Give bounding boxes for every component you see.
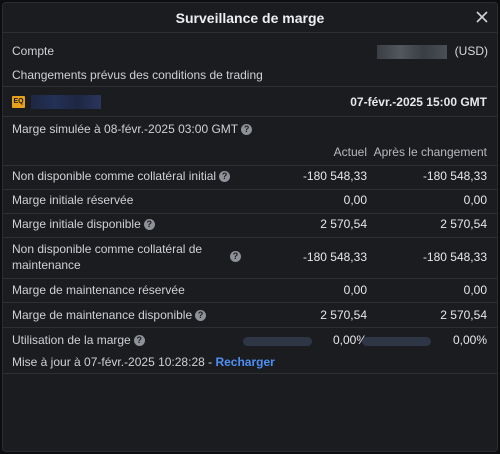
- after-value: 2 570,54: [440, 217, 487, 231]
- row-label-wrap: Non disponible comme collatéral de maint…: [12, 241, 202, 273]
- footer: Mise à jour à 07-févr.-2025 10:28:28 - R…: [12, 355, 488, 371]
- divider: [3, 116, 497, 117]
- current-value: 2 570,54: [320, 308, 367, 322]
- current-value: 0,00: [343, 193, 367, 207]
- row-label-line1: Non disponible comme collatéral de: [12, 242, 203, 256]
- row-label: Marge de maintenance disponible: [12, 308, 193, 322]
- change-datetime: 07-févr.-2025 15:00 GMT: [350, 95, 487, 109]
- account-row: Compte (USD): [12, 44, 488, 60]
- divider: [3, 327, 497, 328]
- after-value: -180 548,33: [422, 250, 487, 264]
- divider: [3, 189, 497, 190]
- footer-text-wrap: Mise à jour à 07-févr.-2025 10:28:28 - R…: [12, 355, 275, 369]
- redacted-instrument-name: [31, 94, 101, 109]
- simulated-margin-label: Marge simulée à 08-févr.-2025 03:00 GMT: [12, 122, 239, 136]
- after-value: 0,00: [463, 193, 487, 207]
- simulated-margin-label-wrap: Marge simulée à 08-févr.-2025 03:00 GMT?: [12, 122, 253, 136]
- row-label-wrap: Marge de maintenance disponible?: [12, 308, 207, 322]
- divider: [3, 237, 497, 238]
- divider: [3, 32, 497, 33]
- help-icon[interactable]: ?: [195, 310, 207, 322]
- row-label: Marge initiale disponible: [12, 217, 141, 231]
- current-value: 2 570,54: [320, 217, 367, 231]
- row-label: Marge initiale réservée: [12, 193, 134, 207]
- table-row: Marge initiale disponible? 2 570,54 2 57…: [12, 217, 488, 233]
- help-icon[interactable]: ?: [241, 124, 253, 136]
- row-label-line2: maintenance: [12, 258, 81, 272]
- current-value: 0,00: [343, 283, 367, 297]
- utilization-row: Utilisation de la marge? 0,00% 0,00%: [12, 333, 488, 349]
- column-current: Actuel: [333, 145, 367, 159]
- divider: [3, 302, 497, 303]
- current-value: -180 548,33: [302, 250, 367, 264]
- row-label-wrap: Non disponible comme collatéral initial?: [12, 169, 231, 183]
- trading-changes-heading: Changements prévus des conditions de tra…: [12, 68, 263, 82]
- help-icon[interactable]: ?: [133, 335, 145, 347]
- utilization-bar-current: [243, 337, 312, 346]
- simulated-margin-row: Marge simulée à 08-févr.-2025 03:00 GMT?: [12, 122, 488, 138]
- row-label-wrap: Utilisation de la marge?: [12, 333, 145, 347]
- updated-timestamp: Mise à jour à 07-févr.-2025 10:28:28 -: [12, 355, 216, 369]
- column-after: Après le changement: [373, 145, 487, 159]
- dialog-title: Surveillance de marge: [175, 10, 325, 26]
- trading-changes-heading-row: Changements prévus des conditions de tra…: [12, 68, 488, 84]
- help-icon[interactable]: ?: [230, 251, 241, 262]
- table-row: Non disponible comme collatéral de maint…: [12, 241, 488, 275]
- after-value: 2 570,54: [440, 308, 487, 322]
- account-value: (USD): [377, 44, 488, 59]
- equity-badge: EQ: [12, 95, 25, 108]
- table-row: Marge de maintenance réservée 0,00 0,00: [12, 283, 488, 299]
- table-row: Non disponible comme collatéral initial?…: [12, 169, 488, 185]
- after-value: 0,00: [463, 283, 487, 297]
- utilization-label: Utilisation de la marge: [12, 333, 131, 347]
- row-label-wrap: Marge initiale disponible?: [12, 217, 155, 231]
- after-value: -180 548,33: [422, 169, 487, 183]
- divider: [3, 165, 497, 166]
- divider: [3, 373, 497, 374]
- divider: [3, 278, 497, 279]
- row-label: Non disponible comme collatéral initial: [12, 169, 217, 183]
- redacted-account-id: [377, 44, 448, 59]
- account-currency: (USD): [454, 44, 488, 58]
- instrument: EQ: [12, 94, 101, 109]
- reload-link[interactable]: Recharger: [215, 355, 274, 369]
- margin-monitor-dialog: Surveillance de marge Compte (USD) Chang…: [2, 2, 498, 452]
- help-icon[interactable]: ?: [143, 219, 155, 231]
- divider: [3, 86, 497, 87]
- table-row: Marge initiale réservée 0,00 0,00: [12, 193, 488, 209]
- close-icon[interactable]: [475, 10, 489, 24]
- table-row: Marge de maintenance disponible? 2 570,5…: [12, 308, 488, 324]
- help-icon[interactable]: ?: [219, 171, 231, 183]
- utilization-after: 0,00%: [452, 333, 487, 347]
- account-label: Compte: [12, 44, 55, 58]
- instrument-row: EQ 07-févr.-2025 15:00 GMT: [12, 94, 488, 110]
- row-label: Marge de maintenance réservée: [12, 283, 185, 297]
- current-value: -180 548,33: [302, 169, 367, 183]
- table-header: Actuel Après le changement: [12, 145, 488, 161]
- utilization-bar-after: [362, 337, 431, 346]
- divider: [3, 213, 497, 214]
